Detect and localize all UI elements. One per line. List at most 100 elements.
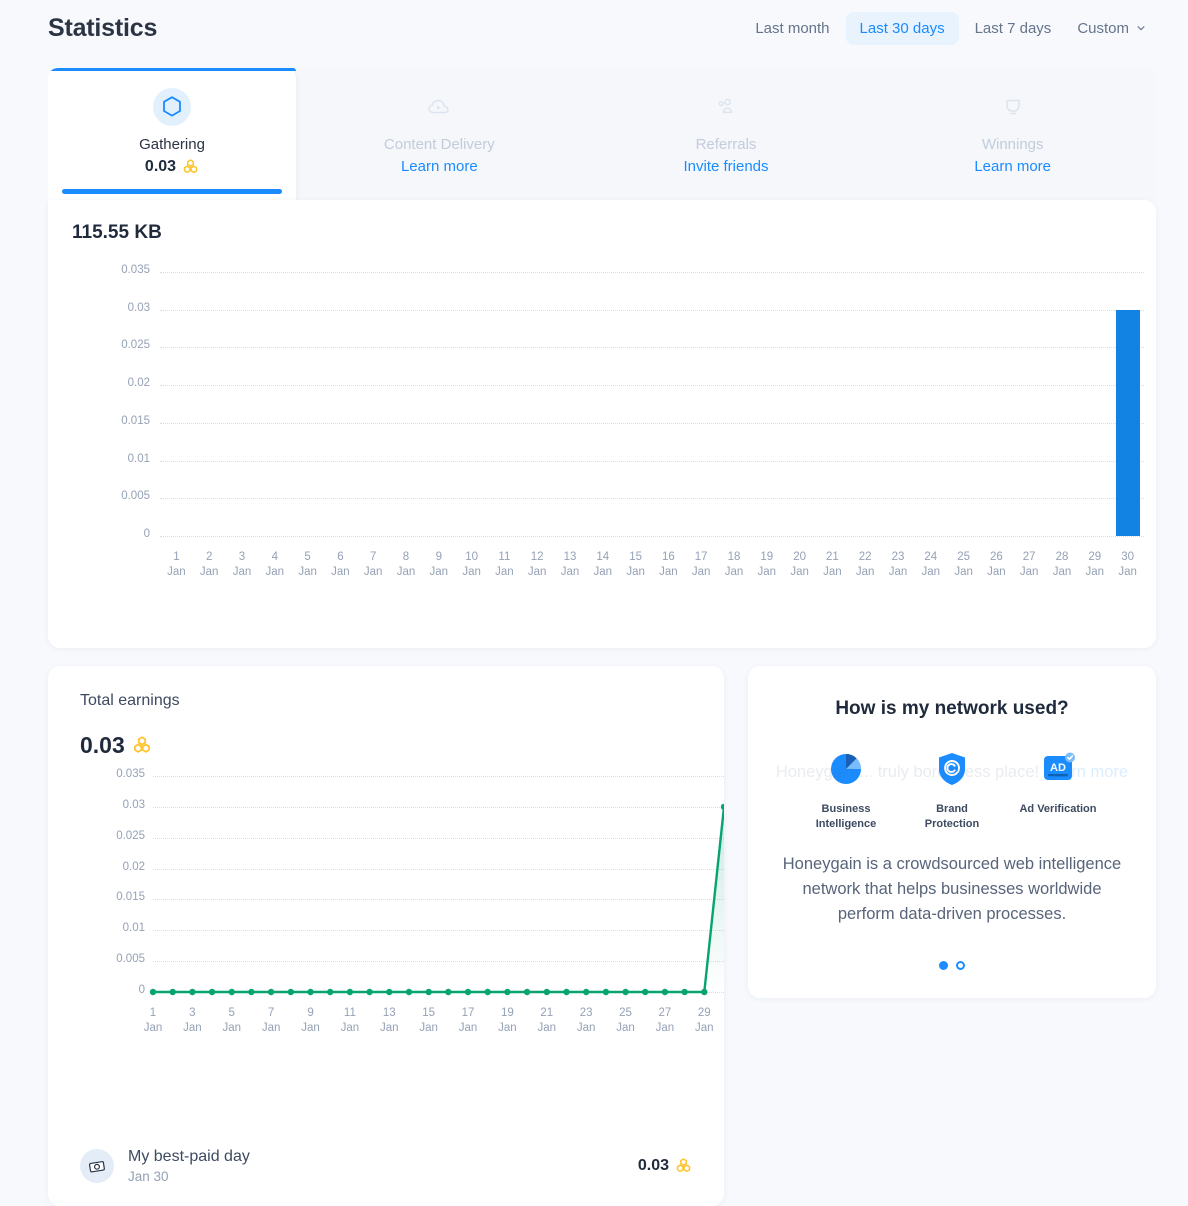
x-axis-tick: 16 Jan (659, 551, 678, 578)
y-axis-tick: 0.005 (121, 490, 150, 503)
gridline (160, 309, 1144, 311)
x-axis-tick: 9 Jan (429, 551, 449, 578)
money-icon-wrap (80, 1149, 114, 1183)
tab-referrals[interactable]: Referrals Invite friends (583, 68, 870, 200)
gridline (160, 460, 1144, 462)
statistics-page: Statistics Last month Last 30 days Last … (0, 0, 1188, 1206)
x-axis-tick: 15 Jan (626, 551, 645, 578)
x-axis-tick: 14 Jan (593, 551, 613, 578)
y-axis-tick: 0.035 (121, 264, 150, 276)
x-axis-tick: 1 Jan (167, 551, 186, 578)
network-usage-card: How is my network used? Business Intelli… (748, 666, 1156, 998)
x-axis-tick: 27 Jan (1019, 551, 1039, 578)
svg-text:AD: AD (1050, 762, 1066, 774)
tab-content-delivery-link[interactable]: Learn more (401, 158, 478, 175)
x-axis-tick: 27 Jan (655, 1007, 675, 1034)
tab-content-delivery[interactable]: Content Delivery Learn more (296, 68, 583, 200)
x-axis-tick: 8 Jan (396, 551, 416, 578)
x-axis-tick: 19 Jan (757, 551, 777, 578)
chevron-down-icon (1137, 26, 1145, 31)
tab-content-delivery-label: Content Delivery (383, 136, 495, 153)
gridline (160, 385, 1144, 387)
x-axis-tick: 25 Jan (954, 551, 973, 578)
honeycomb-icon (133, 736, 150, 753)
best-paid-day-row: My best-paid day Jan 30 0.03 (80, 1148, 692, 1184)
y-axis-tick: 0.03 (127, 301, 150, 314)
best-paid-day-amount: 0.03 (637, 1157, 669, 1174)
x-axis-tick: 19 Jan (498, 1007, 517, 1034)
total-earnings-card: Total earnings 0.03 0 0.005 0.01 0.015 0.02 0… (48, 666, 724, 1206)
x-axis-tick: 1 Jan (143, 1007, 163, 1034)
network-item-ad-verification-label: Ad Verification (1019, 803, 1097, 815)
x-axis-tick: 20 Jan (790, 551, 809, 578)
x-axis-tick: 11 Jan (495, 551, 514, 578)
people-icon-wrap (707, 88, 745, 126)
ad-check-icon: AD (1044, 752, 1075, 780)
traffic-bar-chart[interactable]: 0 0.005 0.01 0.015 0.02 0.025 0.03 0.035 1 Jan 2 Ja… (48, 200, 1156, 648)
x-axis-tick: 6 Jan (331, 551, 350, 578)
network-item-brand-protection: Brand Protection (910, 748, 994, 832)
shield-copyright-icon (939, 753, 965, 785)
x-axis-tick: 18 Jan (724, 551, 744, 578)
money-icon (88, 1160, 105, 1172)
x-axis-tick: 3 Jan (183, 1007, 202, 1034)
y-axis-tick: 0.01 (127, 452, 150, 465)
range-custom-label: Custom (1077, 19, 1129, 37)
tab-gathering-value: 0.03 (145, 158, 199, 176)
x-axis-tick: 24 Jan (921, 551, 941, 578)
x-axis-tick: 9 Jan (301, 1007, 320, 1034)
page-title: Statistics (48, 13, 158, 42)
best-paid-day-value: 0.03 (638, 1157, 692, 1175)
tab-gathering-amount: 0.03 (144, 158, 177, 175)
range-tab-last-7-days[interactable]: Last 7 days (961, 12, 1066, 45)
x-axis-tick: 23 Jan (576, 1007, 596, 1034)
tab-referrals-link[interactable]: Invite friends (683, 158, 768, 175)
stats-tabstrip: Gathering 0.03 Content Delivery Learn mo… (48, 68, 1156, 200)
gridline (160, 347, 1144, 349)
carousel-dot-2[interactable] (956, 961, 965, 970)
range-custom-dropdown[interactable]: Custom (1067, 12, 1156, 45)
total-earnings-amount: 0.03 (80, 732, 125, 758)
network-item-business-intelligence: Business Intelligence (804, 748, 888, 832)
earnings-line-chart[interactable]: 0 0.005 0.01 0.015 0.02 0.025 0.03 0.035 1 Jan 3 J… (48, 762, 724, 1082)
x-axis-tick: 5 Jan (298, 551, 317, 578)
hexagon-icon (163, 96, 181, 117)
network-item-ad-verification: AD Ad Verification (1016, 748, 1100, 832)
traffic-chart-card: 115.55 KB 0 0.005 0.01 0.015 0.02 0.025 0.03 0.… (48, 200, 1156, 648)
x-axis-tick: 3 Jan (232, 551, 252, 578)
y-axis-tick: 0.02 (127, 377, 150, 390)
x-axis-tick: 13 Jan (560, 551, 580, 578)
x-axis-tick: 7 Jan (363, 551, 383, 578)
tab-gathering-label: Gathering (139, 136, 205, 153)
carousel-dot-1[interactable] (939, 961, 948, 970)
x-axis-tick: 17 Jan (691, 551, 711, 578)
tab-winnings[interactable]: Winnings Learn more (869, 68, 1156, 200)
x-axis-tick: 7 Jan (261, 1007, 281, 1034)
range-tab-last-30-days[interactable]: Last 30 days (845, 11, 959, 45)
pie-chart-icon (831, 754, 861, 784)
network-item-brand-protection-label: Brand Protection (924, 803, 980, 830)
trophy-icon-wrap (994, 88, 1032, 126)
x-axis-tick: 12 Jan (527, 551, 547, 578)
x-axis-tick: 29 Jan (695, 1007, 714, 1034)
bar[interactable] (1115, 309, 1140, 536)
x-axis-tick: 29 Jan (1085, 551, 1105, 578)
total-earnings-title: Total earnings (80, 692, 180, 709)
network-item-business-intelligence-label: Business Intelligence (815, 803, 877, 830)
x-axis-tick: 10 Jan (462, 551, 481, 578)
range-tab-last-month[interactable]: Last month (741, 12, 843, 45)
tab-active-underline (62, 189, 282, 194)
honeycomb-icon (183, 159, 198, 174)
gridline (160, 272, 1144, 273)
lower-row: Total earnings 0.03 0 0.005 0.01 0.015 0.02 0… (48, 666, 1156, 1206)
total-earnings-value: 0.03 (80, 732, 152, 759)
x-axis-tick: 11 Jan (340, 1007, 360, 1034)
tab-winnings-link[interactable]: Learn more (974, 158, 1051, 175)
x-axis-tick: 25 Jan (616, 1007, 635, 1034)
tab-gathering[interactable]: Gathering 0.03 (48, 68, 296, 200)
x-axis-tick: 21 Jan (537, 1007, 557, 1034)
y-axis-tick: 0 (143, 528, 150, 540)
x-axis-tick: 13 Jan (379, 1007, 399, 1034)
x-axis-tick: 4 Jan (265, 551, 285, 578)
x-axis-tick: 5 Jan (222, 1007, 242, 1034)
